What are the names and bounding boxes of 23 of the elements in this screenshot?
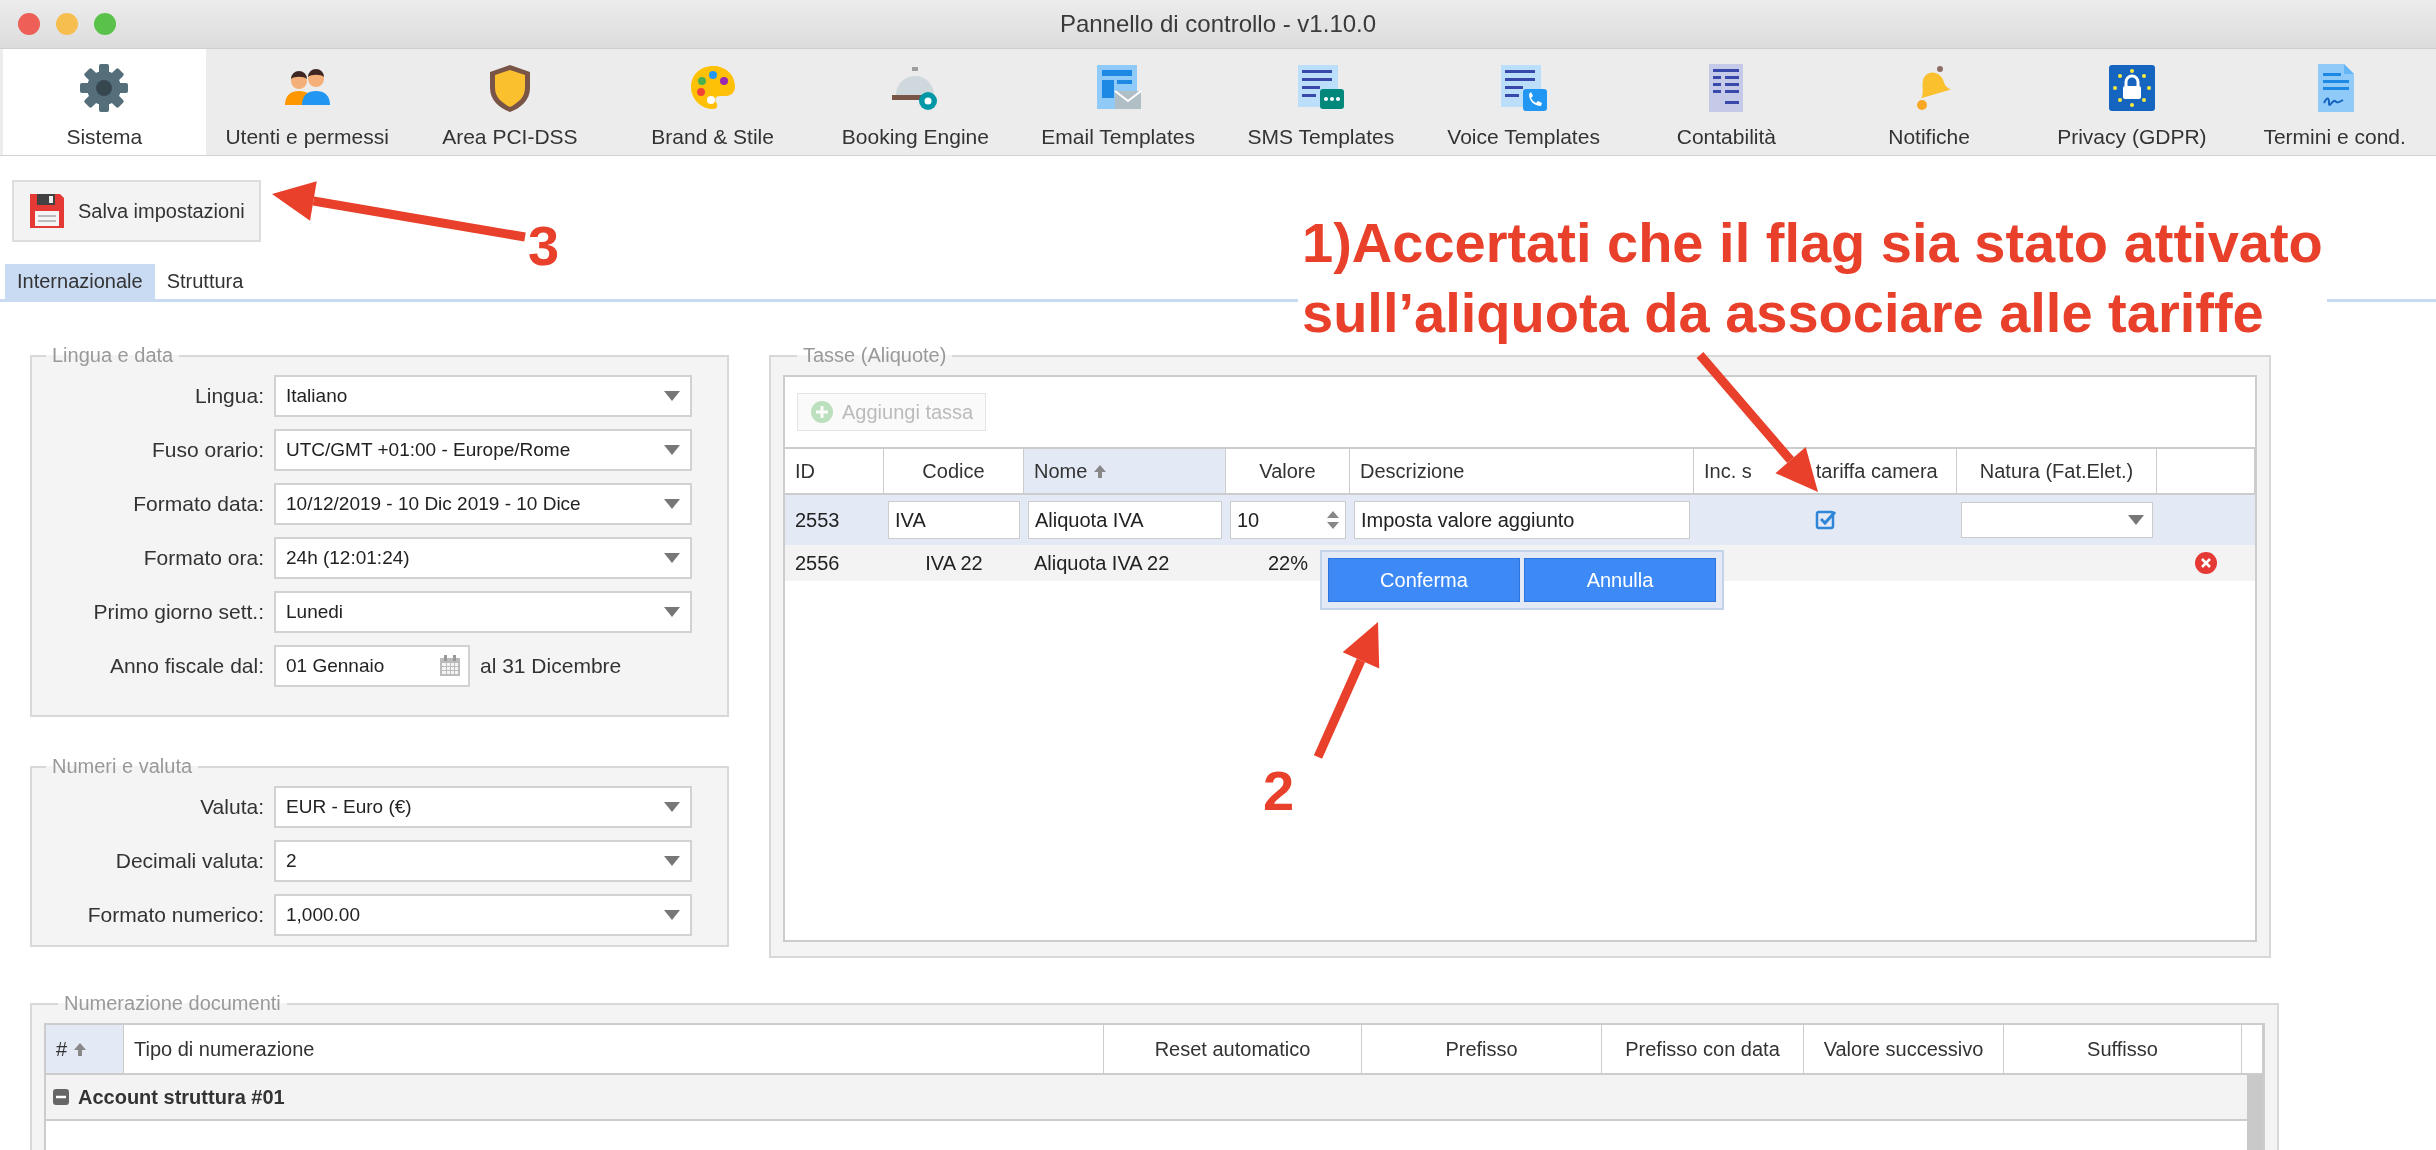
field-text: al 31 Dicembre (480, 654, 622, 678)
step-number: 3 (528, 218, 560, 274)
field-label: Formato ora: (142, 546, 264, 570)
panel-title: Numerazione documenti (63, 992, 282, 1015)
panel-title: Tasse (Aliquote) (802, 344, 948, 367)
table-cell: IVA 22 (925, 551, 983, 575)
field-label: Fuso orario: (150, 438, 264, 462)
table-cell: 2556 (795, 551, 840, 575)
field-label: Anno fiscale dal: (108, 654, 264, 678)
field-label: Decimali valuta: (114, 849, 264, 873)
panel-title: Lingua e data (51, 344, 175, 367)
window-title: Pannello di controllo - v1.10.0 (1059, 10, 1377, 38)
table-cell: 2553 (795, 508, 840, 532)
table-cell: 22% (1268, 551, 1308, 575)
panel-title: Numeri e valuta (51, 755, 194, 778)
field-label: Formato data: (132, 492, 264, 516)
field-label: Valuta: (199, 795, 264, 819)
group-label: Account struttura #01 (78, 1085, 285, 1109)
field-label: Primo giorno sett.: (92, 600, 264, 624)
field-label: Lingua: (194, 384, 264, 408)
field-label: Formato numerico: (86, 903, 264, 927)
table-cell: Aliquota IVA 22 (1034, 551, 1170, 575)
step-number: 2 (1263, 763, 1295, 819)
